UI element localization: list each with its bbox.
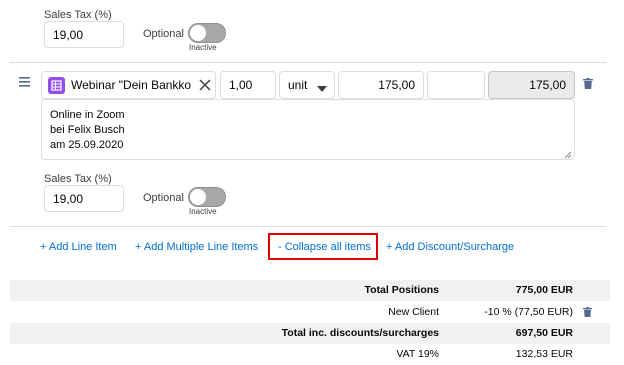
description-textarea[interactable]: Online in Zoom bei Felix Busch am 25.09.… (41, 99, 575, 160)
totals-label: Total inc. discounts/surcharges (281, 327, 439, 339)
line-total: 175,00 (488, 71, 575, 99)
unit-value: unit (288, 78, 308, 92)
drag-handle-icon[interactable] (19, 76, 31, 87)
unit-price-input[interactable]: 175,00 (338, 71, 424, 99)
totals-row: New Client -10 % (77,50 EUR) (10, 302, 610, 323)
unit-select[interactable]: unit (279, 71, 335, 99)
toggle-knob (190, 25, 206, 41)
discount-input[interactable] (427, 71, 485, 99)
optional-label: Optional (143, 192, 184, 204)
optional-toggle[interactable] (188, 23, 226, 43)
sales-tax-input[interactable]: 19,00 (44, 21, 124, 48)
totals-row: VAT 19% 132,53 EUR (10, 344, 610, 365)
totals-row: Total Positions 775,00 EUR (10, 280, 610, 301)
resize-grip-icon[interactable] (564, 149, 572, 159)
totals-label: Total Positions (364, 284, 439, 296)
totals-label: VAT 19% (396, 348, 439, 360)
description-line: am 25.09.2020 (50, 139, 124, 151)
product-combobox[interactable]: Webinar "Dein Bankkonto (41, 71, 216, 99)
totals-value: -10 % (77,50 EUR) (484, 306, 573, 318)
trash-icon[interactable] (583, 78, 593, 92)
add-multiple-line-items-link[interactable]: + Add Multiple Line Items (135, 241, 258, 253)
description-line: bei Felix Busch (50, 124, 125, 136)
sales-tax-input[interactable]: 19,00 (44, 185, 124, 212)
product-icon (48, 77, 65, 94)
toggle-knob (190, 189, 206, 205)
item-divider (10, 62, 606, 63)
sales-tax-label: Sales Tax (%) (44, 173, 112, 185)
clear-icon[interactable] (199, 79, 211, 94)
optional-label: Optional (143, 28, 184, 40)
toggle-status: Inactive (189, 207, 217, 216)
add-discount-surcharge-link[interactable]: + Add Discount/Surcharge (386, 241, 514, 253)
trash-icon[interactable] (583, 307, 592, 320)
product-name: Webinar "Dein Bankkonto (71, 78, 191, 92)
add-line-item-link[interactable]: + Add Line Item (40, 241, 117, 253)
chevron-down-icon (317, 82, 327, 96)
totals-value: 132,53 EUR (515, 348, 573, 360)
totals-label: New Client (388, 306, 439, 318)
totals-value: 775,00 EUR (515, 284, 573, 296)
collapse-all-items-link[interactable]: - Collapse all items (278, 241, 371, 253)
quantity-input[interactable]: 1,00 (220, 71, 276, 99)
totals-value: 697,50 EUR (515, 327, 573, 339)
sales-tax-label: Sales Tax (%) (44, 9, 112, 21)
totals-row: Total inc. discounts/surcharges 697,50 E… (10, 323, 610, 344)
item-divider (10, 226, 606, 227)
optional-toggle[interactable] (188, 187, 226, 207)
toggle-status: Inactive (189, 43, 217, 52)
description-line: Online in Zoom (50, 109, 125, 121)
